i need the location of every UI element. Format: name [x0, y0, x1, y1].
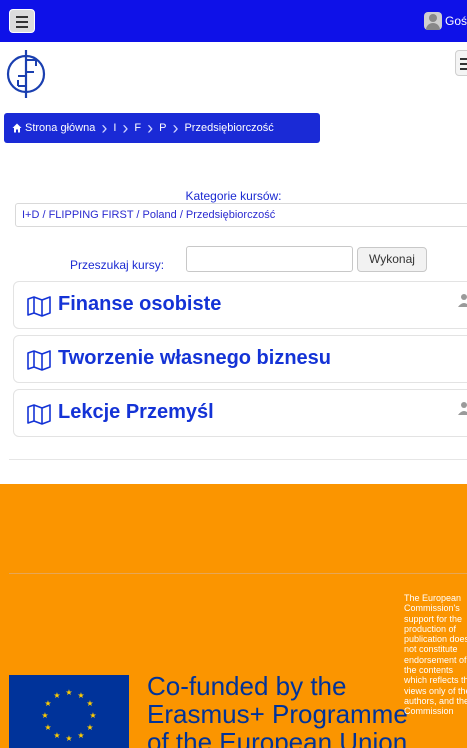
hamburger-icon — [16, 16, 28, 18]
chevron-right-icon: › — [172, 118, 179, 138]
svg-text:★: ★ — [53, 731, 60, 740]
map-icon — [27, 404, 51, 425]
svg-text:★: ★ — [77, 691, 84, 700]
user-icon — [458, 294, 467, 307]
svg-text:★: ★ — [44, 723, 51, 732]
chevron-right-icon: › — [147, 118, 154, 138]
search-button[interactable]: Wykonaj — [357, 247, 427, 272]
search-input[interactable] — [186, 246, 353, 272]
course-card[interactable]: Tworzenie własnego biznesu — [13, 335, 467, 383]
eu-disclaimer: The European Commission's support for th… — [404, 593, 467, 717]
divider — [9, 459, 467, 460]
course-card[interactable]: Finanse osobiste — [13, 281, 467, 329]
course-title[interactable]: Finanse osobiste — [58, 293, 221, 316]
svg-text:★: ★ — [44, 699, 51, 708]
menu-toggle-button[interactable] — [9, 9, 35, 33]
search-label: Przeszukaj kursy: — [70, 258, 165, 272]
footer-divider — [9, 573, 467, 574]
course-title[interactable]: Tworzenie własnego biznesu — [58, 347, 331, 370]
category-label: Kategorie kursów: — [185, 189, 282, 203]
svg-text:★: ★ — [41, 711, 48, 720]
svg-text:★: ★ — [65, 688, 72, 697]
user-icon — [458, 402, 467, 415]
svg-text:★: ★ — [77, 731, 84, 740]
svg-text:★: ★ — [89, 711, 96, 720]
map-icon — [27, 296, 51, 317]
flipping-first-logo[interactable] — [4, 46, 50, 102]
eu-flag-icon: ★ ★ ★ ★ ★ ★ ★ ★ ★ ★ ★ ★ — [9, 675, 129, 748]
map-icon — [27, 350, 51, 371]
course-card[interactable]: Lekcje Przemyśl — [13, 389, 467, 437]
course-title[interactable]: Lekcje Przemyśl — [58, 401, 214, 424]
chevron-right-icon: › — [101, 118, 108, 138]
breadcrumb-item-f[interactable]: F — [134, 122, 141, 134]
breadcrumb-item-i[interactable]: I — [113, 122, 116, 134]
svg-text:★: ★ — [65, 734, 72, 743]
home-icon — [12, 123, 22, 133]
top-navbar: Gość — [0, 0, 467, 42]
chevron-right-icon: › — [122, 118, 129, 138]
breadcrumb-home[interactable]: Strona główna — [25, 122, 95, 134]
user-menu[interactable]: Gość — [424, 11, 467, 31]
svg-text:★: ★ — [86, 699, 93, 708]
site-header — [0, 42, 467, 106]
cofund-text: Co-funded by the Erasmus+ Programme of t… — [147, 671, 408, 748]
category-select[interactable]: I+D / FLIPPING FIRST / Poland / Przedsię… — [15, 203, 467, 227]
breadcrumb-current: Przedsiębiorczość — [184, 122, 274, 134]
header-menu-button[interactable] — [455, 50, 467, 76]
svg-text:★: ★ — [53, 691, 60, 700]
breadcrumb: Strona główna › I › F › P › Przedsiębior… — [4, 113, 320, 143]
user-avatar-icon — [424, 12, 442, 30]
svg-text:★: ★ — [86, 723, 93, 732]
hamburger-icon — [460, 58, 467, 60]
user-name: Gość — [445, 14, 467, 28]
breadcrumb-item-p[interactable]: P — [159, 122, 166, 134]
